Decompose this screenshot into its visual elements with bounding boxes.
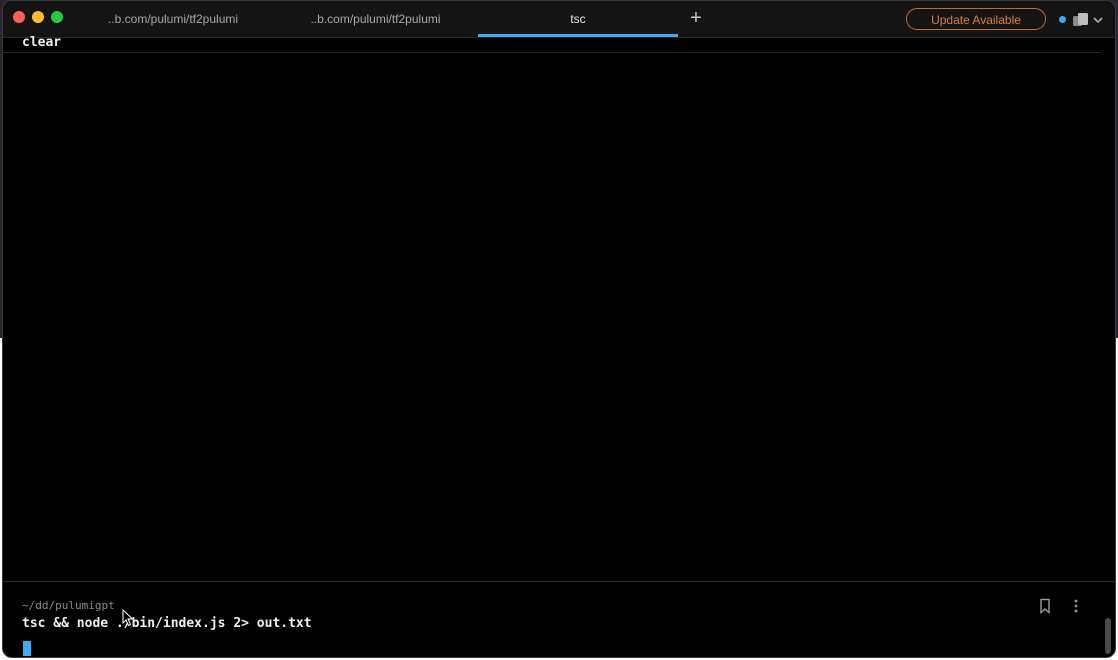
close-window-icon[interactable] [13, 11, 25, 23]
new-tab-button[interactable]: + [685, 7, 707, 29]
tab-bar: ..b.com/pulumi/tf2pulumi ..b.com/pulumi/… [3, 1, 1115, 38]
text-cursor [23, 641, 31, 656]
profile-switch-icon[interactable] [1071, 12, 1105, 28]
terminal-window: ..b.com/pulumi/tf2pulumi ..b.com/pulumi/… [2, 0, 1116, 658]
scrollbar-thumb[interactable] [1105, 618, 1111, 654]
more-vertical-icon[interactable] [1069, 598, 1083, 614]
previous-block-command[interactable]: clear [22, 35, 61, 50]
tab-tf2pulumi-2[interactable]: ..b.com/pulumi/tf2pulumi [273, 1, 478, 37]
minimize-window-icon[interactable] [32, 11, 44, 23]
status-indicator-icon [1059, 16, 1066, 23]
prompt-path: ~/dd/pulumigpt [22, 599, 115, 612]
update-available-button[interactable]: Update Available [906, 8, 1046, 30]
zoom-window-icon[interactable] [51, 11, 63, 23]
command-input[interactable]: tsc && node ./bin/index.js 2> out.txt [22, 616, 312, 631]
mouse-pointer-icon [122, 609, 134, 627]
tab-tf2pulumi-1[interactable]: ..b.com/pulumi/tf2pulumi [73, 1, 273, 37]
bookmark-icon[interactable] [1038, 598, 1052, 614]
block-divider [3, 52, 1101, 53]
input-divider [3, 581, 1115, 582]
tab-tsc-active[interactable]: tsc [478, 1, 678, 37]
